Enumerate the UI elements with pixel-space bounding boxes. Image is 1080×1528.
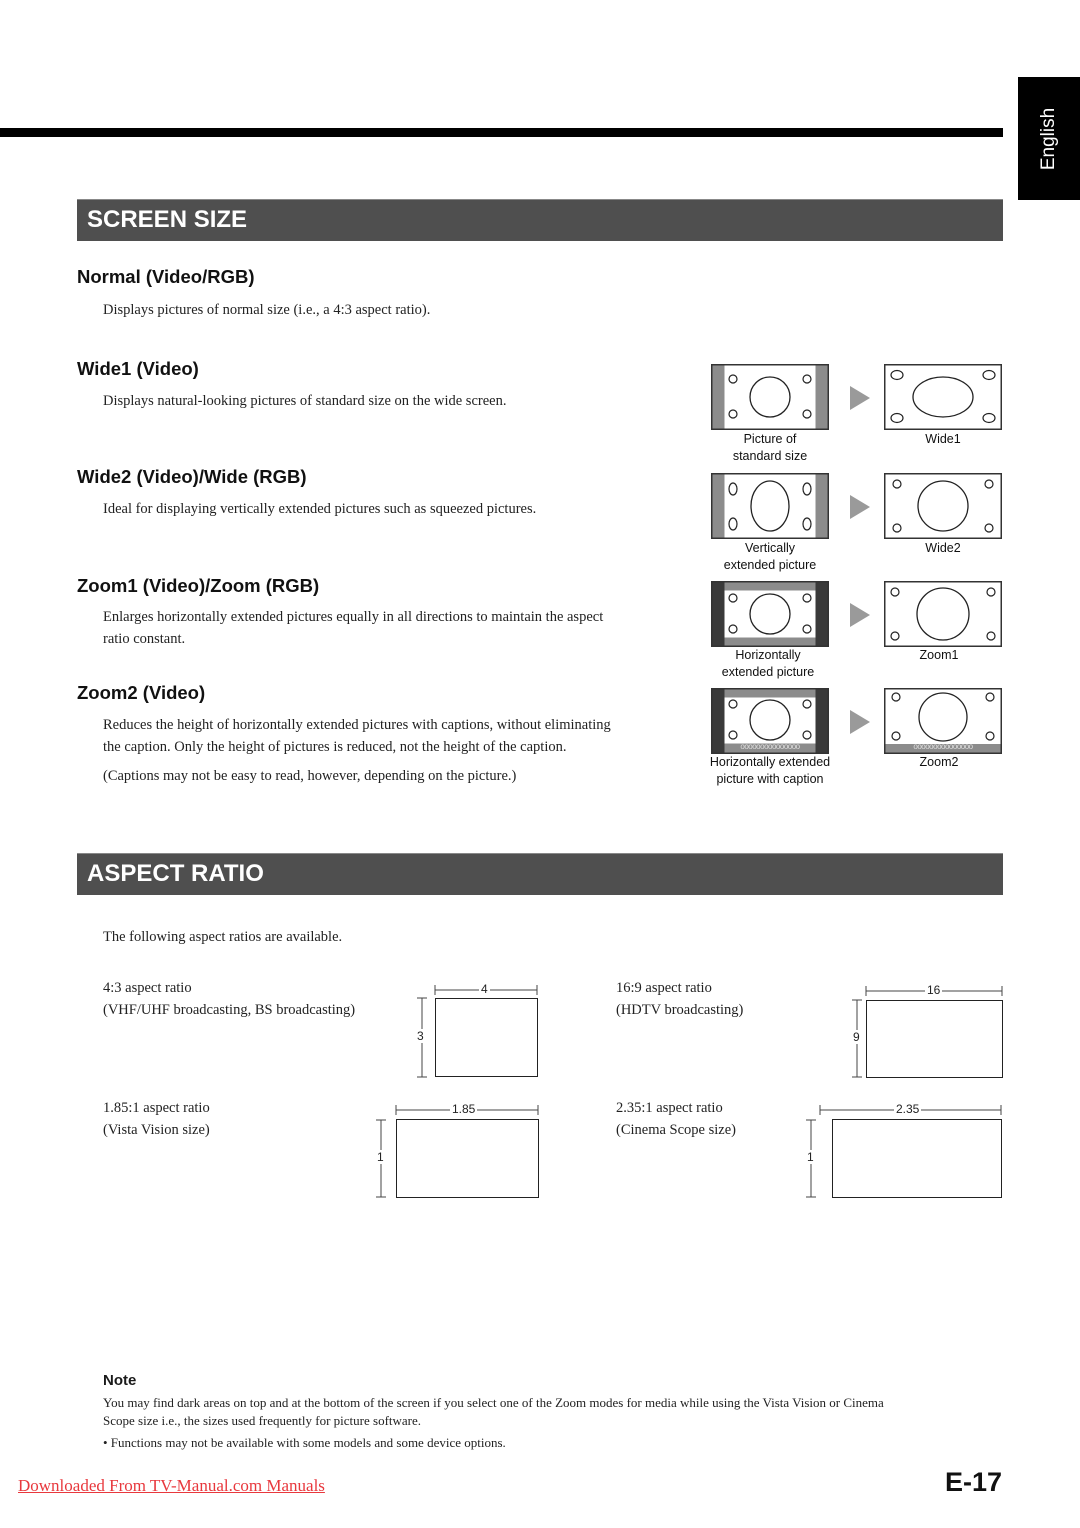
arrow-right-icon: [850, 386, 870, 410]
diagram-caption-wide1: Wide1: [925, 432, 961, 446]
caption-line: Horizontally: [735, 648, 801, 662]
ratio-diagram-16-9: 16 9: [848, 980, 1008, 1080]
diagram-result-zoom1: [884, 581, 1002, 647]
note-bullet: • Functions may not be available with so…: [103, 1435, 506, 1450]
ratio-rect: [832, 1119, 1002, 1198]
caption-glyphs: ooooooooooooooo: [913, 742, 973, 751]
ratio-diagram-4-3: 4 3: [414, 980, 542, 1080]
diagram-source-vertical: [711, 473, 829, 539]
diagram-result-wide2: [884, 473, 1002, 539]
ratio-usage-16-9: (HDTV broadcasting): [616, 1002, 744, 1018]
width-label: 2.35: [894, 1102, 922, 1116]
mode-heading-wide1: Wide1 (Video): [77, 358, 199, 379]
mode-heading-normal: Normal (Video/RGB): [77, 266, 255, 287]
caption-line: Horizontally extended: [709, 755, 831, 769]
note-title: Note: [103, 1372, 137, 1389]
ratio-usage-2-35: (Cinema Scope size): [616, 1122, 736, 1138]
caption-line: extended picture: [721, 665, 815, 679]
mode-text-zoom2-line1: Reduces the height of horizontally exten…: [103, 717, 611, 733]
mode-text-zoom1-line1: Enlarges horizontally extended pictures …: [103, 609, 604, 625]
mode-text-zoom2-line3: (Captions may not be easy to read, howev…: [103, 768, 517, 784]
arrow-right-icon: [850, 495, 870, 519]
diagram-caption-zoom1: Zoom1: [919, 648, 959, 662]
height-label: 9: [851, 1030, 862, 1044]
diagram-caption-zoom2: Zoom2: [919, 755, 959, 769]
width-label: 16: [925, 983, 943, 997]
mode-text-normal: Displays pictures of normal size (i.e., …: [103, 302, 431, 318]
diagram-caption-vertical: Vertically extended picture: [700, 540, 840, 574]
mode-heading-zoom2: Zoom2 (Video): [77, 682, 206, 703]
width-label: 4: [479, 982, 490, 996]
ratio-diagram-2-35: 2.35 1: [802, 1100, 1008, 1200]
diagram-caption-horizontal-caption: Horizontally extended picture with capti…: [695, 754, 845, 788]
diagram-caption-horizontal: Horizontally extended picture: [698, 647, 838, 681]
ratio-label-16-9: 16:9 aspect ratio: [616, 980, 712, 996]
mode-text-zoom1-line2: ratio constant.: [103, 631, 186, 647]
section-title: ASPECT RATIO: [87, 860, 264, 887]
ratio-rect: [866, 1000, 1003, 1078]
language-tab: English: [1018, 77, 1080, 200]
section-header-screen-size: SCREEN SIZE: [77, 199, 1003, 241]
section-title: SCREEN SIZE: [87, 206, 248, 233]
caption-line: standard size: [732, 449, 808, 463]
caption-line: Picture of: [743, 432, 797, 446]
ratio-usage-4-3: (VHF/UHF broadcasting, BS broadcasting): [103, 1002, 356, 1018]
download-source-link[interactable]: Downloaded From TV-Manual.com Manuals: [18, 1476, 325, 1496]
ratio-diagram-1-85: 1.85 1: [372, 1100, 542, 1200]
mode-heading-wide2: Wide2 (Video)/Wide (RGB): [77, 466, 307, 487]
ratio-label-1-85: 1.85:1 aspect ratio: [103, 1100, 210, 1116]
ratio-label-2-35: 2.35:1 aspect ratio: [616, 1100, 723, 1116]
ratio-usage-1-85: (Vista Vision size): [103, 1122, 210, 1138]
arrow-right-icon: [850, 603, 870, 627]
ratio-label-4-3: 4:3 aspect ratio: [103, 980, 192, 996]
diagram-source-horizontal: [711, 581, 829, 647]
top-rule: [0, 128, 1003, 137]
mode-text-wide2: Ideal for displaying vertically extended…: [103, 501, 537, 517]
diagram-caption-wide2: Wide2: [925, 541, 961, 555]
diagram-result-wide1: [884, 364, 1002, 430]
mode-text-zoom2-line2: the caption. Only the height of pictures…: [103, 739, 567, 755]
aspect-intro: The following aspect ratios are availabl…: [103, 929, 343, 945]
ratio-rect: [435, 998, 538, 1077]
caption-line: picture with caption: [716, 772, 824, 786]
height-label: 1: [375, 1150, 386, 1164]
caption-line: Vertically: [744, 541, 796, 555]
diagram-caption-standard: Picture of standard size: [700, 431, 840, 465]
section-header-aspect-ratio: ASPECT RATIO: [77, 853, 1003, 895]
note-line-2: Scope size i.e., the sizes used frequent…: [103, 1413, 422, 1428]
height-label: 1: [805, 1150, 816, 1164]
caption-line: extended picture: [723, 558, 817, 572]
note-line-1: You may find dark areas on top and at th…: [103, 1395, 884, 1410]
width-label: 1.85: [450, 1102, 478, 1116]
caption-glyphs: ooooooooooooooo: [740, 742, 800, 751]
diagram-source-horizontal-caption: ooooooooooooooo: [711, 688, 829, 754]
mode-text-wide1: Displays natural-looking pictures of sta…: [103, 393, 507, 409]
language-tab-label: English: [1038, 107, 1059, 170]
mode-heading-zoom1: Zoom1 (Video)/Zoom (RGB): [77, 575, 320, 596]
page-number: E-17: [944, 1467, 1002, 1497]
height-label: 3: [415, 1029, 426, 1043]
ratio-rect: [396, 1119, 539, 1198]
diagram-result-zoom2: ooooooooooooooo: [884, 688, 1002, 754]
arrow-right-icon: [850, 710, 870, 734]
diagram-source-standard: [711, 364, 829, 430]
